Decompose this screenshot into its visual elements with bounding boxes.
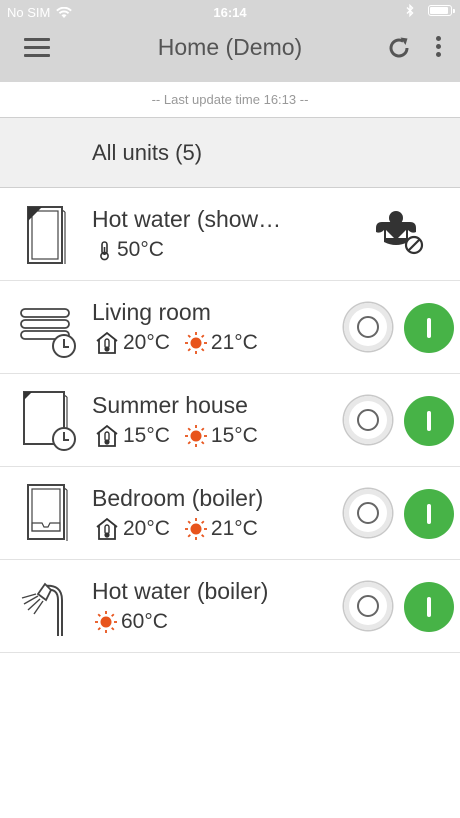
off-button[interactable] (344, 582, 392, 630)
status-time: 16:14 (213, 5, 247, 20)
shower-head-icon (21, 582, 63, 636)
app-header: Home (Demo) (0, 24, 460, 82)
unit-row-hot-water-boiler[interactable]: Hot water (boiler) 60°C (0, 560, 460, 653)
indoor-temperature: 20°C (94, 331, 170, 355)
boost-disabled-icon[interactable] (372, 208, 426, 256)
temperature-value: 20°C (123, 517, 170, 540)
unit-row-hot-water-shower[interactable]: Hot water (show… 50°C (0, 188, 460, 281)
refresh-icon (389, 37, 409, 58)
more-options-button[interactable] (430, 36, 446, 62)
thermometer-icon (100, 241, 109, 261)
heat-pump-timer-icon (23, 391, 76, 451)
temperature-value: 60°C (121, 610, 168, 633)
house-thermometer-icon (96, 424, 118, 447)
unit-name: Summer house (92, 392, 248, 418)
temperature-value: 21°C (210, 517, 258, 540)
sun-icon (184, 425, 207, 447)
sun-icon (184, 332, 207, 354)
setpoint-temperature: 60°C (94, 610, 168, 634)
boiler-icon (27, 484, 68, 541)
on-button[interactable] (404, 489, 454, 539)
indoor-temperature: 15°C (94, 424, 170, 448)
unit-row-living-room[interactable]: Living room 20°C 21°C (0, 281, 460, 374)
refresh-button[interactable] (386, 35, 412, 61)
water-heater-icon (27, 206, 66, 264)
temperature-value: 50°C (117, 238, 164, 261)
off-button[interactable] (344, 303, 392, 351)
heater-timer-icon (20, 308, 76, 358)
unit-name: Bedroom (boiler) (92, 485, 264, 511)
temperature-value: 15°C (210, 424, 258, 447)
setpoint-temperature: 21°C (184, 517, 258, 541)
setpoint-temperature: 15°C (184, 424, 258, 448)
battery-icon (428, 5, 455, 16)
temperature-value: 20°C (123, 331, 170, 354)
last-update-text: -- Last update time 16:13 -- (0, 82, 460, 118)
setpoint-temperature: 21°C (184, 331, 258, 355)
off-button[interactable] (344, 396, 392, 444)
all-units-header[interactable]: All units (5) (0, 118, 460, 188)
house-thermometer-icon (96, 517, 118, 540)
on-button[interactable] (404, 396, 454, 446)
all-units-label: All units (5) (92, 140, 203, 165)
on-button[interactable] (404, 303, 454, 353)
off-button[interactable] (344, 489, 392, 537)
sun-icon (95, 611, 117, 633)
sun-icon (184, 518, 207, 540)
temperature-value: 21°C (210, 331, 258, 354)
status-bar: No SIM 16:14 (0, 0, 460, 24)
on-button[interactable] (404, 582, 454, 632)
unit-row-bedroom-boiler[interactable]: Bedroom (boiler) 20°C 21°C (0, 467, 460, 560)
unit-name: Hot water (show… (92, 206, 282, 232)
temperature-value: 15°C (123, 424, 170, 447)
unit-name: Hot water (boiler) (92, 578, 269, 604)
unit-row-summer-house[interactable]: Summer house 15°C 15°C (0, 374, 460, 467)
house-thermometer-icon (96, 331, 118, 354)
unit-name: Living room (92, 299, 211, 325)
bluetooth-icon (406, 4, 414, 17)
indoor-temperature: 20°C (94, 517, 170, 541)
water-temperature: 50°C (94, 238, 164, 262)
